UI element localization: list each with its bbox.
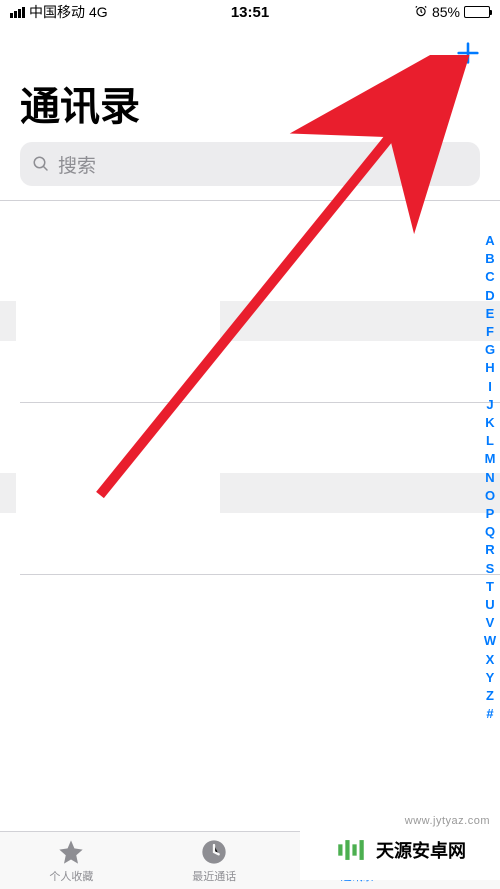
- index-letter[interactable]: O: [482, 487, 498, 505]
- index-letter[interactable]: F: [482, 323, 498, 341]
- index-letter[interactable]: A: [482, 232, 498, 250]
- star-icon: [56, 838, 86, 866]
- page-title: 通讯录: [0, 74, 500, 142]
- section-header: [0, 301, 500, 341]
- index-letter[interactable]: G: [482, 341, 498, 359]
- index-letter[interactable]: B: [482, 250, 498, 268]
- nav-header: [0, 24, 500, 74]
- signal-icon: [10, 7, 25, 18]
- add-contact-button[interactable]: [452, 37, 484, 69]
- status-time: 13:51: [231, 4, 269, 21]
- index-letter[interactable]: #: [482, 705, 498, 723]
- index-letter[interactable]: K: [482, 414, 498, 432]
- index-letter[interactable]: L: [482, 432, 498, 450]
- index-letter[interactable]: T: [482, 578, 498, 596]
- index-letter[interactable]: M: [482, 450, 498, 468]
- index-letter[interactable]: C: [482, 268, 498, 286]
- list-item[interactable]: [0, 513, 500, 575]
- tab-recents[interactable]: 最近通话: [143, 832, 286, 889]
- search-container: 搜索: [0, 142, 500, 200]
- index-letter[interactable]: V: [482, 614, 498, 632]
- tab-label: 最近通话: [192, 868, 236, 884]
- status-right: 85%: [414, 4, 490, 21]
- search-placeholder: 搜索: [58, 151, 96, 178]
- alphabet-index[interactable]: A B C D E F G H I J K L M N O P Q R S T …: [482, 232, 498, 723]
- list-item[interactable]: [0, 341, 500, 403]
- search-input[interactable]: 搜索: [20, 142, 480, 186]
- index-letter[interactable]: U: [482, 596, 498, 614]
- index-letter[interactable]: E: [482, 305, 498, 323]
- watermark-logo-icon: [334, 833, 368, 867]
- index-letter[interactable]: W: [482, 632, 498, 650]
- index-letter[interactable]: D: [482, 287, 498, 305]
- carrier-label: 中国移动: [29, 2, 85, 22]
- index-letter[interactable]: J: [482, 396, 498, 414]
- watermark: 天源安卓网: [300, 820, 500, 880]
- status-bar: 中国移动 4G 13:51 85%: [0, 0, 500, 24]
- tab-label: 个人收藏: [49, 868, 93, 884]
- index-letter[interactable]: N: [482, 469, 498, 487]
- index-letter[interactable]: Q: [482, 523, 498, 541]
- status-left: 中国移动 4G: [10, 2, 108, 22]
- network-label: 4G: [89, 4, 108, 20]
- index-letter[interactable]: S: [482, 560, 498, 578]
- battery-pct: 85%: [432, 4, 460, 20]
- alarm-icon: [414, 4, 428, 21]
- index-letter[interactable]: X: [482, 651, 498, 669]
- tab-favorites[interactable]: 个人收藏: [0, 832, 143, 889]
- index-letter[interactable]: I: [482, 378, 498, 396]
- watermark-url: www.jytyaz.com: [405, 815, 490, 827]
- search-icon: [32, 155, 50, 173]
- index-letter[interactable]: R: [482, 541, 498, 559]
- watermark-text: 天源安卓网: [376, 837, 466, 863]
- clock-icon: [199, 838, 229, 866]
- contacts-list[interactable]: [0, 201, 500, 789]
- index-letter[interactable]: Y: [482, 669, 498, 687]
- plus-icon: [454, 39, 482, 67]
- index-letter[interactable]: Z: [482, 687, 498, 705]
- index-letter[interactable]: P: [482, 505, 498, 523]
- section-header: [0, 473, 500, 513]
- battery-icon: [464, 6, 490, 18]
- index-letter[interactable]: H: [482, 359, 498, 377]
